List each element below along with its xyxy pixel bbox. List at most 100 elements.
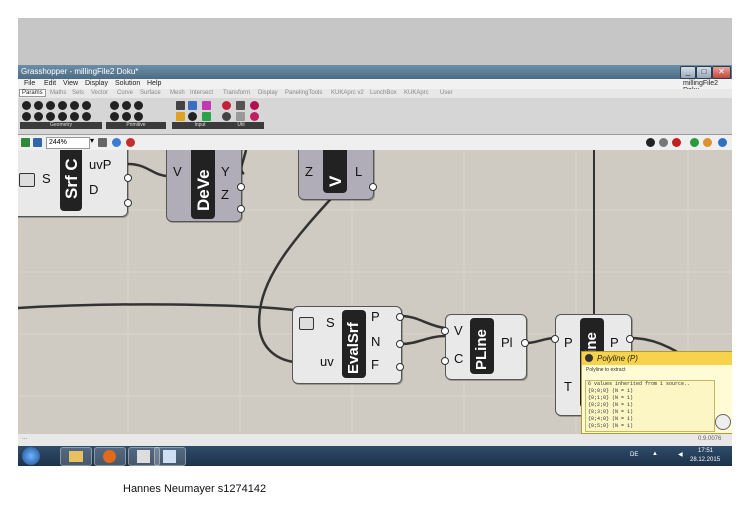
preview-mesh-icon[interactable] [690, 138, 699, 147]
tab-mesh[interactable]: Mesh [170, 90, 185, 96]
port-uv[interactable]: uv [320, 354, 334, 369]
panel-input-icon[interactable] [176, 101, 185, 110]
globe-icon[interactable] [718, 138, 727, 147]
output-grip[interactable] [124, 174, 132, 182]
tray-arrow-icon[interactable]: ▲ [652, 451, 658, 457]
tab-panelingtools[interactable]: PanelingTools [285, 90, 322, 96]
port-p[interactable]: P [564, 335, 573, 350]
tab-lunchbox[interactable]: LunchBox [370, 90, 397, 96]
save-file-icon[interactable] [33, 138, 42, 147]
point-param-icon[interactable] [46, 112, 55, 121]
colour-param-icon[interactable] [122, 101, 131, 110]
jump-util-icon[interactable] [250, 101, 259, 110]
integer-param-icon[interactable] [110, 112, 119, 121]
sketch-pen-icon[interactable] [126, 138, 135, 147]
curve-param-icon[interactable] [58, 101, 67, 110]
port-d[interactable]: D [89, 182, 98, 197]
geometry-param-icon[interactable] [70, 101, 79, 110]
number-param-icon[interactable] [122, 112, 131, 121]
tab-curve[interactable]: Curve [117, 90, 133, 96]
menu-view[interactable]: View [63, 80, 78, 87]
tab-params[interactable]: Params [19, 89, 46, 97]
port-c[interactable]: C [454, 351, 463, 366]
relay-util-icon[interactable] [236, 112, 245, 121]
tab-maths[interactable]: Maths [50, 90, 66, 96]
domain-param-icon[interactable] [134, 101, 143, 110]
evaluate-surface-component[interactable]: S uv EvalSrf P N F [292, 306, 402, 384]
pline-component[interactable]: V C PLine Pl [445, 314, 527, 380]
menu-edit[interactable]: Edit [44, 80, 56, 87]
deconstruct-vector-component[interactable]: V DeVe Y Z [166, 150, 242, 222]
preview-shaded-icon[interactable] [659, 138, 668, 147]
boolean-param-icon[interactable] [110, 101, 119, 110]
port-v[interactable]: V [173, 164, 182, 179]
menu-file[interactable]: File [24, 80, 35, 87]
tab-kukaprc[interactable]: KUKAprc [404, 90, 429, 96]
start-button[interactable] [22, 447, 40, 465]
port-f[interactable]: F [371, 357, 379, 372]
tab-vector[interactable]: Vector [91, 90, 108, 96]
tab-intersect[interactable]: Intersect [190, 90, 213, 96]
display-mode-icon[interactable] [646, 138, 655, 147]
output-grip[interactable] [369, 183, 377, 191]
port-t[interactable]: T [564, 379, 572, 394]
port-n[interactable]: N [371, 334, 380, 349]
cherries-util-icon[interactable] [222, 101, 231, 110]
menu-help[interactable]: Help [147, 80, 161, 87]
arrow-util-icon[interactable] [236, 101, 245, 110]
tab-kukaprc-v2[interactable]: KUKAprc v2 [331, 90, 364, 96]
output-grip[interactable] [396, 313, 404, 321]
output-grip[interactable] [396, 340, 404, 348]
output-grip[interactable] [626, 335, 634, 343]
output-grip[interactable] [521, 339, 529, 347]
surface-closest-point-component[interactable]: S Srf C uvP D [18, 150, 128, 217]
volume-icon[interactable]: ◀ [678, 451, 683, 458]
clock-date[interactable]: 28.12.2015 [690, 457, 720, 463]
vector-param-icon[interactable] [70, 112, 79, 121]
brep-param-icon[interactable] [34, 101, 43, 110]
port-z[interactable]: Z [221, 187, 229, 202]
gradient-input-icon[interactable] [188, 101, 197, 110]
input-grip[interactable] [441, 357, 449, 365]
surface-param-icon[interactable] [58, 112, 67, 121]
taskbar-document[interactable] [154, 447, 186, 466]
maximize-button[interactable]: □ [696, 66, 712, 79]
zoom-dropdown-icon[interactable]: ▾ [90, 136, 94, 145]
output-grip[interactable] [124, 199, 132, 207]
open-file-icon[interactable] [21, 138, 30, 147]
vector-length-component[interactable]: Z V L [298, 150, 374, 200]
tab-sets[interactable]: Sets [72, 90, 84, 96]
circle-param-icon[interactable] [46, 101, 55, 110]
input-grip[interactable] [551, 335, 559, 343]
port-uvp[interactable]: uvP [89, 157, 111, 172]
port-z[interactable]: Z [305, 164, 313, 179]
box-param-icon[interactable] [22, 101, 31, 110]
slider-input-icon[interactable] [176, 112, 185, 121]
string-param-icon[interactable] [134, 112, 143, 121]
preview-selected-icon[interactable] [672, 138, 681, 147]
menu-solution[interactable]: Solution [115, 80, 140, 87]
input-grip[interactable] [441, 327, 449, 335]
output-grip[interactable] [237, 205, 245, 213]
value-list-input-icon[interactable] [202, 112, 211, 121]
port-y[interactable]: Y [221, 164, 230, 179]
color-wheel-icon[interactable] [703, 138, 712, 147]
language-indicator[interactable]: DE [630, 452, 638, 458]
tab-surface[interactable]: Surface [140, 90, 161, 96]
toggle-input-icon[interactable] [188, 112, 197, 121]
swatch-input-icon[interactable] [202, 101, 211, 110]
zoom-extents-icon[interactable] [98, 138, 107, 147]
port-s[interactable]: S [42, 171, 51, 186]
port-p[interactable]: P [371, 309, 380, 324]
tab-display[interactable]: Display [258, 90, 278, 96]
plane-param-icon[interactable] [34, 112, 43, 121]
mesh-param-icon[interactable] [22, 112, 31, 121]
group-param-icon[interactable] [82, 112, 91, 121]
clock-time[interactable]: 17:51 [698, 448, 713, 454]
port-v[interactable]: V [454, 323, 463, 338]
tab-transform[interactable]: Transform [223, 90, 250, 96]
preview-eye-icon[interactable] [112, 138, 121, 147]
minimize-button[interactable]: _ [680, 66, 696, 79]
fit-util-icon[interactable] [222, 112, 231, 121]
output-grip[interactable] [237, 183, 245, 191]
